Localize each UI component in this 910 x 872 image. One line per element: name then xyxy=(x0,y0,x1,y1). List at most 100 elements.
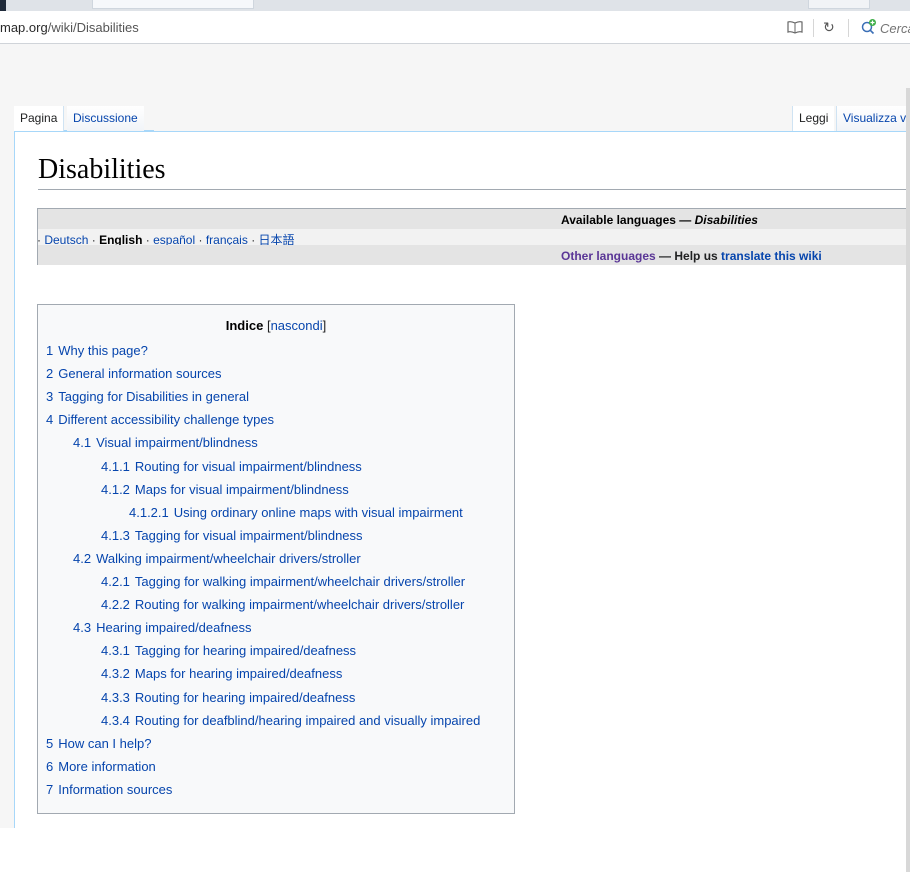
toc-item-text: Using ordinary online maps with visual i… xyxy=(173,505,463,520)
toc-item-text: Tagging for walking impairment/wheelchai… xyxy=(134,574,466,589)
toc-item-number: 4.2.1 xyxy=(101,574,130,589)
toc-item-number: 2 xyxy=(46,366,54,381)
toc-item-number: 6 xyxy=(46,759,54,774)
toolbar-separator xyxy=(848,19,849,37)
toc-item-number: 1 xyxy=(46,343,54,358)
help-text: — Help us xyxy=(655,249,722,263)
browser-tab-edge[interactable] xyxy=(0,0,6,11)
address-bar: map.org/wiki/Disabilities ↻ xyxy=(0,11,910,44)
toc-item-number: 4 xyxy=(46,412,54,427)
toc-item[interactable]: 2 General information sources xyxy=(46,365,222,383)
toc-item[interactable]: 3 Tagging for Disabilities in general xyxy=(46,388,249,406)
url-path: /wiki/Disabilities xyxy=(47,20,139,35)
title-divider xyxy=(38,189,910,190)
toc-item-number: 4.2 xyxy=(73,551,92,566)
browser-tab[interactable] xyxy=(808,0,870,9)
toc-item[interactable]: 4.3.3 Routing for hearing impaired/deafne… xyxy=(101,689,355,707)
tab-label: Discussione xyxy=(73,111,138,125)
toc-item-text: Tagging for hearing impaired/deafness xyxy=(134,643,357,658)
other-languages-link[interactable]: Other languages xyxy=(561,249,656,263)
toc-item-number: 4.3.1 xyxy=(101,643,130,658)
tab-label: Leggi xyxy=(799,111,829,125)
search-engine-icon[interactable] xyxy=(860,18,878,36)
toc-item[interactable]: 4.2 Walking impairment/wheelchair drivers… xyxy=(73,550,361,568)
toc-item-text: How can I help? xyxy=(58,736,152,751)
toc-item-text: Hearing impaired/deafness xyxy=(96,620,252,635)
toc-title: Indice [nascondi] xyxy=(225,318,327,333)
toc-item-text: Routing for hearing impaired/deafness xyxy=(134,690,356,705)
table-of-contents: Indice [nascondi] 1 Why this page? 2 Genera… xyxy=(37,304,515,814)
toc-item[interactable]: 4.1.3 Tagging for visual impairment/blind… xyxy=(101,527,363,545)
toc-item[interactable]: 4.2.2 Routing for walking impairment/whee… xyxy=(101,596,464,614)
toc-item-text: Routing for walking impairment/wheelchai… xyxy=(134,597,465,612)
toc-item[interactable]: 4.1.2 Maps for visual impairment/blindnes… xyxy=(101,481,349,499)
toc-item-text: Different accessibility challenge types xyxy=(58,412,275,427)
browser-tab-strip xyxy=(0,0,910,11)
toc-item-text: Routing for visual impairment/blindness xyxy=(134,459,362,474)
toc-item-number: 4.3.3 xyxy=(101,690,130,705)
languages-heading-page: Disabilities xyxy=(694,213,758,227)
toc-item[interactable]: 4.3.2 Maps for hearing impaired/deafness xyxy=(101,665,342,683)
toc-item-number: 4.3.2 xyxy=(101,666,130,681)
toc-item-number: 3 xyxy=(46,389,54,404)
languages-footer: Other languages — Help us translate this… xyxy=(38,245,910,265)
toc-item[interactable]: 1 Why this page? xyxy=(46,342,148,360)
toc-item-text: Tagging for visual impairment/blindness xyxy=(134,528,363,543)
toc-heading: Indice xyxy=(225,318,264,333)
toc-item-text: Maps for hearing impaired/deafness xyxy=(134,666,343,681)
toc-item-text: Information sources xyxy=(58,782,173,797)
toc-item[interactable]: 7 Information sources xyxy=(46,781,172,799)
tab-leggi[interactable]: Leggi xyxy=(792,106,835,131)
toc-item-text: General information sources xyxy=(58,366,222,381)
toc-item-text: Walking impairment/wheelchair drivers/st… xyxy=(96,551,361,566)
toc-item[interactable]: 4.2.1 Tagging for walking impairment/whee… xyxy=(101,573,465,591)
toc-item[interactable]: 6 More information xyxy=(46,758,156,776)
toc-item-number: 4.1.2 xyxy=(101,482,130,497)
tab-label: Pagina xyxy=(20,111,58,125)
tab-visualizza[interactable]: Visualizza v xyxy=(836,106,910,131)
toolbar-separator xyxy=(813,19,814,37)
toc-item[interactable]: 4 Different accessibility challenge types xyxy=(46,411,274,429)
toc-item-number: 4.3 xyxy=(73,620,92,635)
toc-item-number: 4.1.2.1 xyxy=(129,505,169,520)
url-field[interactable]: map.org/wiki/Disabilities xyxy=(0,20,139,35)
toc-item[interactable]: 4.1.1 Routing for visual impairment/blind… xyxy=(101,458,362,476)
toc-item-text: Tagging for Disabilities in general xyxy=(58,389,250,404)
toc-item-text: Visual impairment/blindness xyxy=(96,435,258,450)
toc-item-number: 4.2.2 xyxy=(101,597,130,612)
reload-icon[interactable]: ↻ xyxy=(823,20,837,34)
languages-header: Available languages — Disabilities xyxy=(38,209,910,229)
toc-item-text: Routing for deafblind/hearing impaired a… xyxy=(134,713,481,728)
toc-item[interactable]: 4.3.1 Tagging for hearing impaired/deafne… xyxy=(101,642,356,660)
languages-heading-prefix: Available languages — xyxy=(561,213,695,227)
languages-box: Available languages — Disabilities · Deu… xyxy=(37,208,910,265)
toc-item-number: 7 xyxy=(46,782,54,797)
toc-item-number: 4.1.1 xyxy=(101,459,130,474)
toc-item-number: 5 xyxy=(46,736,54,751)
toc-item[interactable]: 5 How can I help? xyxy=(46,735,151,753)
page-title: Disabilities xyxy=(38,154,166,185)
scrollbar-edge[interactable] xyxy=(906,88,910,872)
toc-item-text: Why this page? xyxy=(58,343,148,358)
toc-item-number: 4.1 xyxy=(73,435,92,450)
tab-discussione[interactable]: Discussione xyxy=(67,106,144,131)
url-domain: map.org xyxy=(0,20,48,35)
translate-wiki-link[interactable]: translate this wiki xyxy=(721,249,822,263)
toc-item-text: Maps for visual impairment/blindness xyxy=(134,482,349,497)
languages-heading: Available languages — Disabilities xyxy=(561,213,758,227)
toc-item[interactable]: 4.3 Hearing impaired/deafness xyxy=(73,619,251,637)
reader-view-icon[interactable] xyxy=(786,18,804,36)
tab-label: Visualizza v xyxy=(843,111,907,125)
tab-pagina[interactable]: Pagina xyxy=(14,106,65,131)
toc-item-text: More information xyxy=(58,759,156,774)
toc-item[interactable]: 4.3.4 Routing for deafblind/hearing impai… xyxy=(101,712,480,730)
browser-tab[interactable] xyxy=(92,0,254,9)
search-input[interactable] xyxy=(880,19,910,37)
toc-toggle-link[interactable]: nascondi xyxy=(271,318,323,333)
toc-item[interactable]: 4.1 Visual impairment/blindness xyxy=(73,434,258,452)
other-languages-line: Other languages — Help us translate this… xyxy=(561,249,822,263)
page-background: Pagina Discussione Leggi Visualizza v Di… xyxy=(0,44,910,872)
toc-item-number: 4.3.4 xyxy=(101,713,130,728)
toc-item-number: 4.1.3 xyxy=(101,528,130,543)
toc-item[interactable]: 4.1.2.1 Using ordinary online maps with v… xyxy=(129,504,463,522)
